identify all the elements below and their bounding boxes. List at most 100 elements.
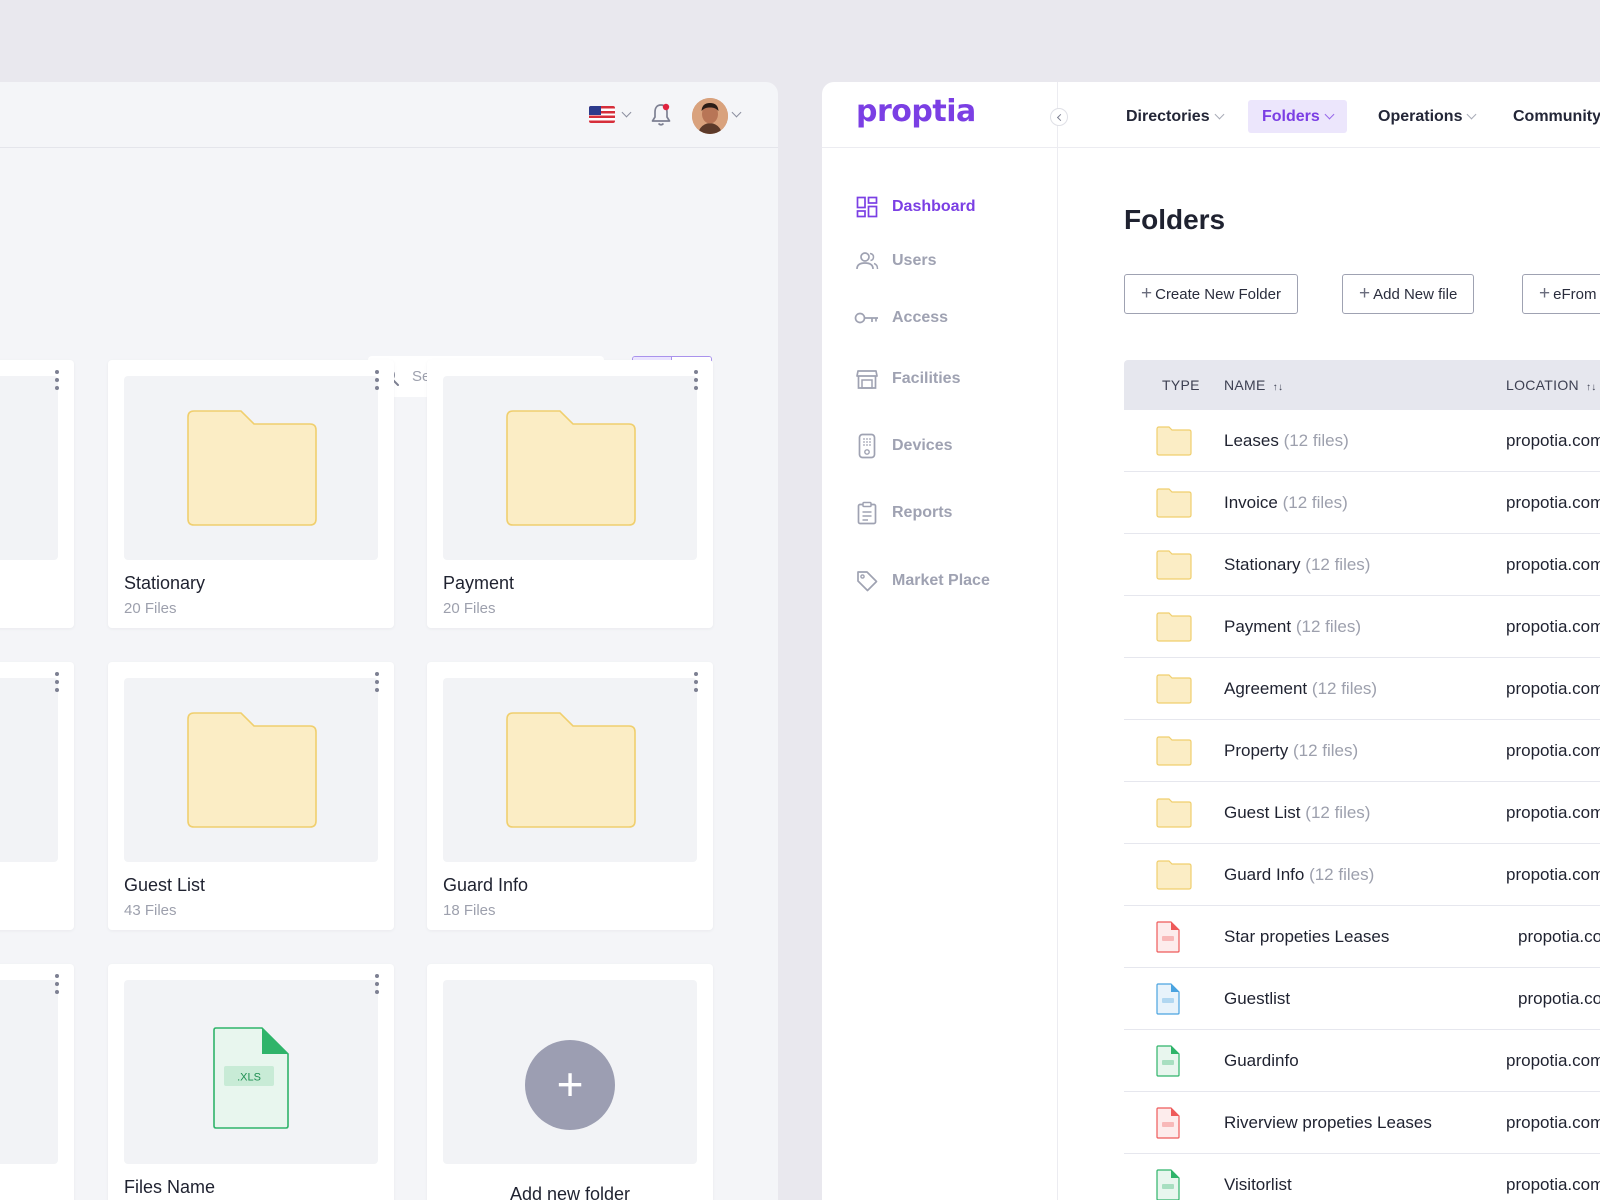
table-row[interactable]: Stationary (12 files) propotia.com: [1124, 534, 1600, 596]
file-name[interactable]: Invoice (12 files): [1224, 493, 1348, 513]
file-name[interactable]: Payment (12 files): [1224, 617, 1361, 637]
file-name[interactable]: Property (12 files): [1224, 741, 1358, 761]
table-row[interactable]: Guestlist propotia.com: [1124, 968, 1600, 1030]
key-icon: [854, 312, 878, 324]
chevron-down-icon[interactable]: [621, 107, 632, 118]
nav-community[interactable]: Community: [1499, 100, 1600, 133]
create-new-folder-button[interactable]: + Create New Folder: [1124, 274, 1298, 314]
folder-card[interactable]: [0, 360, 74, 628]
table-row[interactable]: Guard Info (12 files) propotia.com: [1124, 844, 1600, 906]
more-options-icon[interactable]: [374, 370, 380, 390]
card-thumbnail: [124, 376, 378, 560]
file-location: propotia.com: [1506, 555, 1600, 574]
sidebar-item-devices[interactable]: Devices: [854, 431, 953, 461]
sidebar-item-market-place[interactable]: Market Place: [854, 566, 990, 596]
folder-icon: [1156, 488, 1192, 518]
table-row[interactable]: Leases (12 files) propotia.com: [1124, 410, 1600, 472]
file-name-text: Guardinfo: [1224, 1051, 1299, 1070]
sidebar-item-dashboard[interactable]: Dashboard: [854, 192, 976, 222]
file-card[interactable]: .XLS Files Name: [108, 964, 394, 1200]
card-thumbnail: [443, 678, 697, 862]
file-name-text: Visitorlist: [1224, 1175, 1292, 1194]
file-name[interactable]: Guest List (12 files): [1224, 803, 1370, 823]
add-folder-button[interactable]: +: [525, 1040, 615, 1130]
table-row[interactable]: Invoice (12 files) propotia.com: [1124, 472, 1600, 534]
folder-icon: [1156, 798, 1192, 828]
collapse-sidebar-button[interactable]: [1050, 108, 1068, 126]
nav-operations[interactable]: Operations: [1364, 100, 1489, 133]
tag-icon: [857, 571, 878, 592]
xls-file-icon: .XLS: [213, 1027, 289, 1129]
file-name[interactable]: Agreement (12 files): [1224, 679, 1377, 699]
sidebar-item-label: Dashboard: [892, 198, 976, 215]
file-location: propotia.com: [1518, 927, 1600, 946]
add-new-file-button[interactable]: + Add New file: [1342, 274, 1475, 314]
folder-card[interactable]: [0, 662, 74, 930]
user-avatar[interactable]: [692, 98, 728, 134]
sidebar-item-facilities[interactable]: Facilities: [854, 364, 960, 394]
table-row[interactable]: Riverview propeties Leases propotia.com: [1124, 1092, 1600, 1154]
table-row[interactable]: Guardinfo propotia.com: [1124, 1030, 1600, 1092]
column-header-location[interactable]: LOCATION ↑↓: [1506, 377, 1597, 393]
file-name-text: Property: [1224, 741, 1289, 760]
sidebar-item-users[interactable]: Users: [854, 246, 936, 276]
dashboard-icon: [856, 196, 878, 218]
nav-folders[interactable]: Folders: [1248, 100, 1347, 133]
sort-icon[interactable]: ↑↓: [1586, 382, 1597, 393]
folder-card[interactable]: [0, 964, 74, 1200]
eform-button[interactable]: + eFrom: [1522, 274, 1600, 314]
more-options-icon[interactable]: [693, 672, 699, 692]
bell-icon[interactable]: [649, 102, 673, 128]
more-options-icon[interactable]: [54, 672, 60, 692]
folder-card[interactable]: Guest List 43 Files: [108, 662, 394, 930]
more-options-icon[interactable]: [54, 370, 60, 390]
file-name[interactable]: Leases (12 files): [1224, 431, 1349, 451]
folder-icon: [1156, 860, 1192, 890]
sidebar-item-reports[interactable]: Reports: [854, 498, 952, 528]
file-name[interactable]: Stationary (12 files): [1224, 555, 1370, 575]
more-options-icon[interactable]: [693, 370, 699, 390]
table-row[interactable]: Payment (12 files) propotia.com: [1124, 596, 1600, 658]
top-navigation: Directories Folders Operations Community: [1058, 82, 1600, 148]
chevron-down-icon[interactable]: [731, 107, 742, 118]
file-name[interactable]: Riverview propeties Leases: [1224, 1113, 1432, 1133]
file-name[interactable]: Visitorlist: [1224, 1175, 1292, 1195]
column-header-type: TYPE: [1162, 377, 1200, 393]
folder-card[interactable]: Payment 20 Files: [427, 360, 713, 628]
file-name[interactable]: Star propeties Leases: [1224, 927, 1389, 947]
more-options-icon[interactable]: [374, 974, 380, 994]
sidebar-item-label: Devices: [892, 437, 953, 454]
folder-icon: [1156, 612, 1192, 642]
column-header-name[interactable]: NAME ↑↓: [1224, 377, 1283, 393]
us-flag-icon[interactable]: [589, 106, 615, 123]
sidebar-item-access[interactable]: Access: [854, 303, 948, 333]
sort-icon[interactable]: ↑↓: [1273, 382, 1284, 393]
sidebar: proptia Dashboard Users Access Facilitie…: [822, 82, 1058, 1200]
add-folder-card[interactable]: + Add new folder: [427, 964, 713, 1200]
sidebar-item-label: Users: [892, 252, 937, 269]
file-name[interactable]: Guestlist: [1224, 989, 1290, 1009]
table-row[interactable]: Guest List (12 files) propotia.com: [1124, 782, 1600, 844]
plus-icon: +: [1359, 283, 1371, 304]
table-row[interactable]: Star propeties Leases propotia.com: [1124, 906, 1600, 968]
file-count: (12 files): [1309, 865, 1375, 884]
table-row[interactable]: Agreement (12 files) propotia.com: [1124, 658, 1600, 720]
doc-file-icon: [1156, 983, 1180, 1015]
nav-directories[interactable]: Directories: [1112, 100, 1237, 133]
card-title: Files Name: [124, 1177, 216, 1197]
file-name-text: Guard Info: [1224, 865, 1305, 884]
file-location: propotia.com: [1506, 803, 1600, 822]
more-options-icon[interactable]: [374, 672, 380, 692]
more-options-icon[interactable]: [54, 974, 60, 994]
file-name[interactable]: Guard Info (12 files): [1224, 865, 1374, 885]
sidebar-item-label: Access: [892, 309, 949, 326]
card-file-count: 18 Files: [443, 902, 496, 919]
folder-icon: [1156, 674, 1192, 704]
table-row[interactable]: Visitorlist propotia.com: [1124, 1154, 1600, 1200]
pdf-file-icon: [1156, 1107, 1180, 1139]
folder-card[interactable]: Stationary 20 Files: [108, 360, 394, 628]
proptia-logo[interactable]: proptia: [856, 94, 976, 129]
folder-card[interactable]: Guard Info 18 Files: [427, 662, 713, 930]
file-name[interactable]: Guardinfo: [1224, 1051, 1299, 1071]
table-row[interactable]: Property (12 files) propotia.com: [1124, 720, 1600, 782]
